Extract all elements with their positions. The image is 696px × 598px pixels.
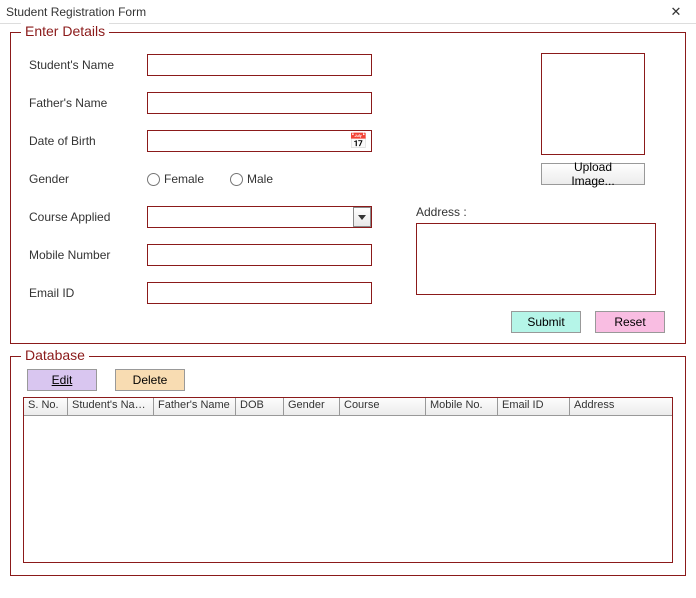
titlebar: Student Registration Form ✕ bbox=[0, 0, 696, 24]
gender-female-radio[interactable]: Female bbox=[147, 172, 204, 186]
dob-label: Date of Birth bbox=[29, 134, 147, 148]
data-grid[interactable]: S. No. Student's Name Father's Name DOB … bbox=[23, 397, 673, 563]
enter-details-group: Enter Details Student's Name Father's Na… bbox=[10, 32, 686, 344]
email-label: Email ID bbox=[29, 286, 147, 300]
gender-female-label: Female bbox=[164, 172, 204, 186]
database-label: Database bbox=[21, 347, 89, 363]
address-input[interactable] bbox=[416, 223, 656, 295]
database-group: Database Edit Delete S. No. Student's Na… bbox=[10, 356, 686, 576]
upload-image-button[interactable]: Upload Image... bbox=[541, 163, 645, 185]
reset-button[interactable]: Reset bbox=[595, 311, 665, 333]
email-input[interactable] bbox=[147, 282, 372, 304]
gender-label: Gender bbox=[29, 172, 147, 186]
close-icon[interactable]: ✕ bbox=[662, 3, 690, 21]
course-input[interactable] bbox=[147, 206, 372, 228]
gender-male-input[interactable] bbox=[230, 173, 243, 186]
photo-preview bbox=[541, 53, 645, 155]
col-student-name[interactable]: Student's Name bbox=[68, 398, 154, 416]
father-name-input[interactable] bbox=[147, 92, 372, 114]
course-dropdown-button[interactable] bbox=[353, 207, 371, 227]
dob-input[interactable] bbox=[147, 130, 372, 152]
edit-button[interactable]: Edit bbox=[27, 369, 97, 391]
col-father-name[interactable]: Father's Name bbox=[154, 398, 236, 416]
course-label: Course Applied bbox=[29, 210, 147, 224]
gender-female-input[interactable] bbox=[147, 173, 160, 186]
gender-male-label: Male bbox=[247, 172, 273, 186]
col-course[interactable]: Course bbox=[340, 398, 426, 416]
father-name-label: Father's Name bbox=[29, 96, 147, 110]
col-sno[interactable]: S. No. bbox=[24, 398, 68, 416]
mobile-input[interactable] bbox=[147, 244, 372, 266]
enter-details-label: Enter Details bbox=[21, 23, 109, 39]
calendar-icon[interactable]: 📅 bbox=[349, 132, 368, 150]
col-address[interactable]: Address bbox=[570, 398, 672, 416]
col-mobile[interactable]: Mobile No. bbox=[426, 398, 498, 416]
col-email[interactable]: Email ID bbox=[498, 398, 570, 416]
form-fields: Student's Name Father's Name Date of Bir… bbox=[29, 53, 389, 319]
photo-area: Upload Image... bbox=[541, 53, 645, 185]
window-title: Student Registration Form bbox=[6, 5, 662, 19]
student-name-label: Student's Name bbox=[29, 58, 147, 72]
col-dob[interactable]: DOB bbox=[236, 398, 284, 416]
grid-header-row: S. No. Student's Name Father's Name DOB … bbox=[24, 398, 672, 416]
address-label: Address : bbox=[416, 205, 656, 219]
submit-button[interactable]: Submit bbox=[511, 311, 581, 333]
student-name-input[interactable] bbox=[147, 54, 372, 76]
mobile-label: Mobile Number bbox=[29, 248, 147, 262]
col-gender[interactable]: Gender bbox=[284, 398, 340, 416]
delete-button[interactable]: Delete bbox=[115, 369, 185, 391]
gender-male-radio[interactable]: Male bbox=[230, 172, 273, 186]
